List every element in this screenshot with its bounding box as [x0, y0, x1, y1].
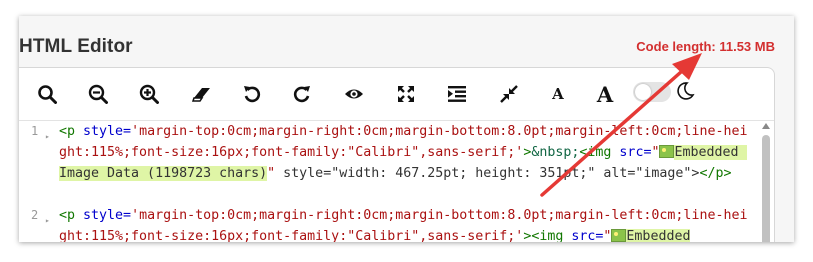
scrollbar-thumb[interactable] — [762, 135, 770, 242]
compress-button[interactable] — [496, 81, 522, 107]
img-tag: <img — [531, 229, 564, 242]
font-increase-icon: A — [596, 81, 614, 107]
embedded-image-label[interactable]: Embedded — [626, 229, 691, 242]
html-editor-window: HTML Editor Code length: 11.53 MB A A 1 … — [19, 16, 794, 242]
quote-open: " — [603, 229, 612, 242]
page-title: HTML Editor — [19, 36, 133, 57]
tag-open: <p — [59, 208, 76, 223]
redo-button[interactable] — [289, 81, 315, 107]
line-text: <p style='margin-top:0cm;margin-right:0c… — [59, 205, 749, 242]
code-editor: A A 1 ▸ <p style='margin-top:0cm;margin-… — [19, 67, 775, 242]
zoom-out-button[interactable] — [85, 81, 111, 107]
undo-button[interactable] — [239, 81, 265, 107]
image-icon — [611, 229, 627, 242]
img-tag: <img — [579, 145, 612, 160]
vertical-scrollbar[interactable] — [759, 121, 773, 242]
src-attribute: src= — [611, 145, 652, 160]
entity: &nbsp; — [531, 145, 580, 160]
preview-button[interactable] — [341, 81, 367, 107]
fullscreen-button[interactable] — [393, 81, 419, 107]
zoom-in-button[interactable] — [136, 81, 162, 107]
line-number: 1 — [31, 124, 39, 138]
zoom-in-icon — [139, 84, 159, 104]
redo-icon — [293, 86, 310, 103]
close-tag: </p> — [699, 166, 732, 181]
line-number: 2 — [31, 208, 39, 222]
format-button[interactable] — [444, 81, 470, 107]
image-icon — [659, 145, 675, 158]
code-length-label: Code length: 11.53 MB — [636, 39, 775, 54]
font-increase-button[interactable]: A — [592, 81, 618, 107]
expand-icon — [398, 86, 414, 102]
zoom-out-icon — [88, 84, 108, 104]
line-text: <p style='margin-top:0cm;margin-right:0c… — [59, 121, 749, 184]
scroll-up-arrow-icon[interactable] — [762, 123, 770, 129]
undo-icon — [244, 86, 261, 103]
dark-mode-toggle[interactable] — [633, 82, 671, 102]
moon-icon — [677, 82, 695, 100]
attribute-name: style= — [75, 208, 132, 223]
compress-icon — [500, 85, 518, 103]
quote-open: " — [651, 145, 660, 160]
code-line: 2 ▸ <p style='margin-top:0cm;margin-righ… — [19, 205, 759, 242]
attribute-name: style= — [75, 124, 132, 139]
code-area[interactable]: 1 ▸ <p style='margin-top:0cm;margin-righ… — [19, 121, 759, 242]
line-rest: style="width: 467.25pt; height: 351pt;" … — [275, 166, 700, 181]
search-button[interactable] — [34, 81, 60, 107]
preview-eye-icon — [345, 89, 363, 99]
quote-close: " — [267, 166, 276, 181]
code-line: 1 ▸ <p style='margin-top:0cm;margin-righ… — [19, 121, 759, 205]
search-icon — [38, 85, 57, 104]
fold-arrow-icon[interactable]: ▸ — [45, 126, 50, 147]
toggle-knob — [635, 84, 651, 100]
eraser-button[interactable] — [189, 81, 215, 107]
indent-icon — [448, 86, 466, 102]
eraser-icon — [192, 88, 210, 102]
font-decrease-button[interactable]: A — [545, 81, 571, 107]
src-attribute: src= — [563, 229, 604, 242]
font-decrease-icon: A — [552, 85, 564, 103]
fold-arrow-icon[interactable]: ▸ — [45, 210, 50, 231]
tag-open: <p — [59, 124, 76, 139]
editor-toolbar: A A — [19, 68, 774, 121]
